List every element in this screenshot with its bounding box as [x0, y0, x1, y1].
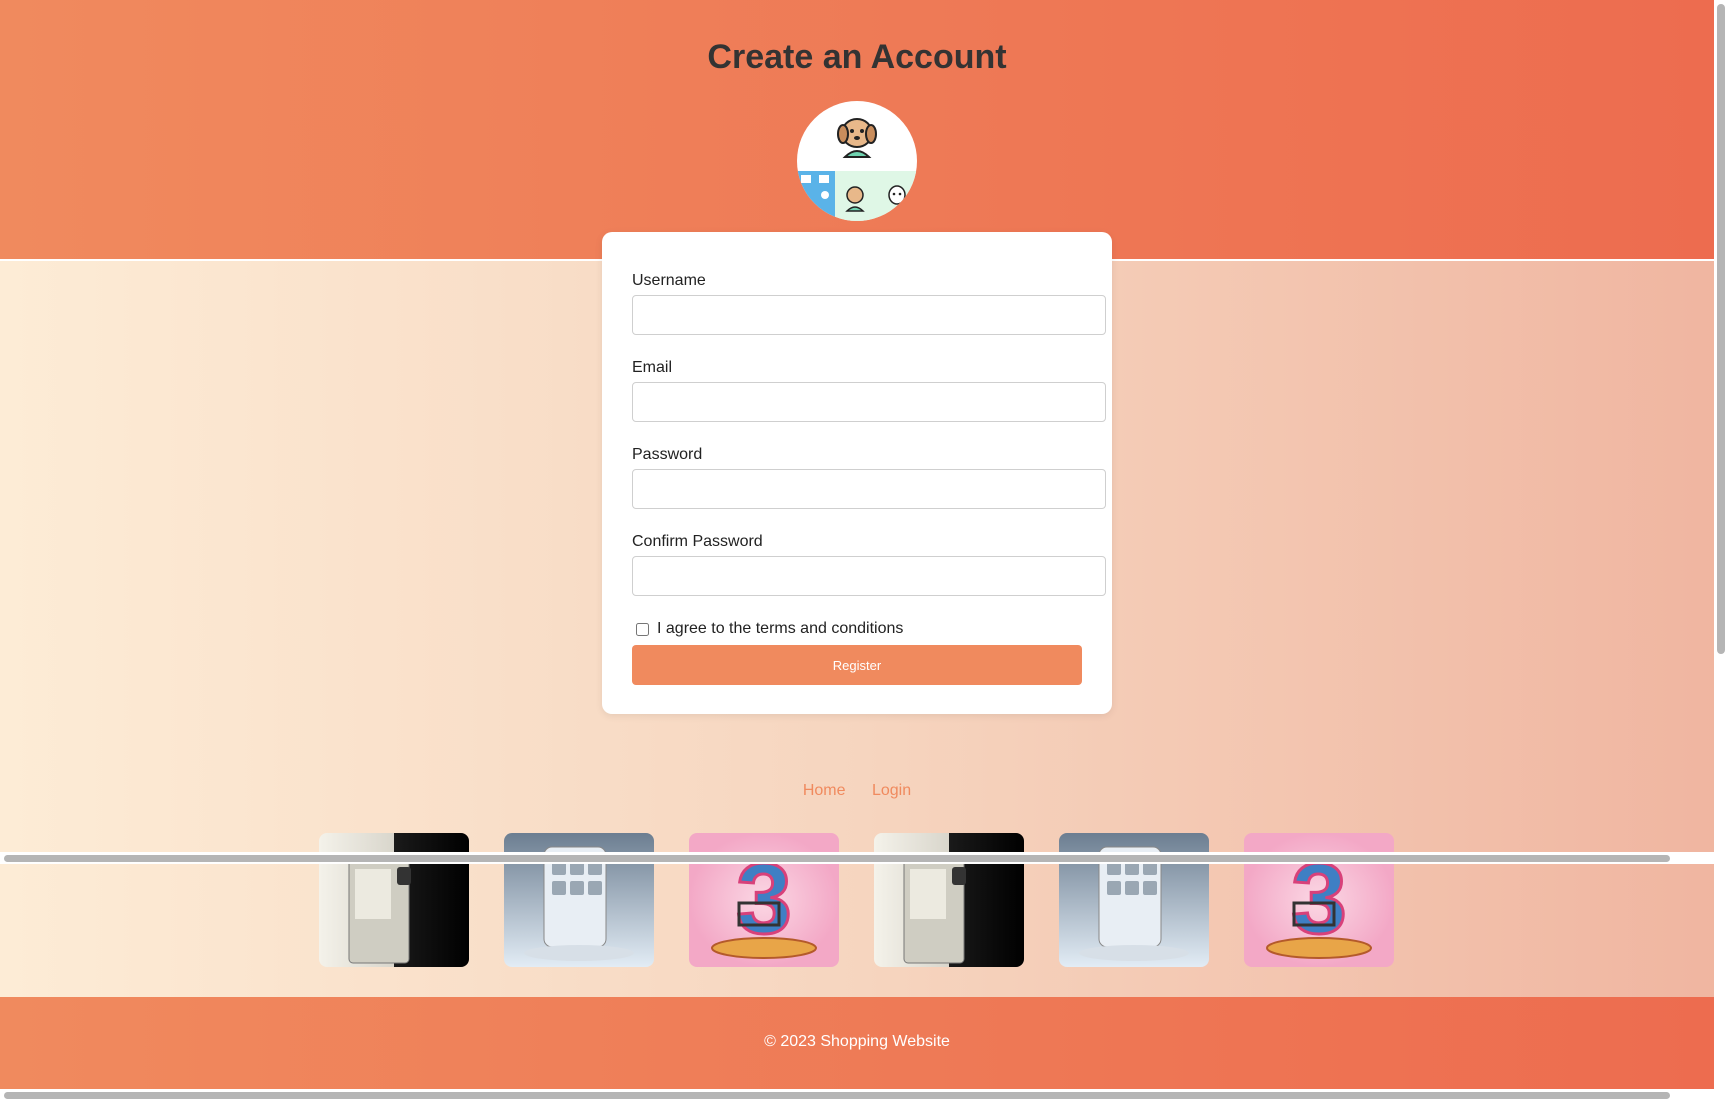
- terms-checkbox[interactable]: [636, 622, 649, 636]
- page-horizontal-scrollbar[interactable]: [0, 1089, 1714, 1103]
- page-vertical-scrollbar[interactable]: [1714, 0, 1728, 1103]
- footer-nav: Home Login: [0, 782, 1714, 800]
- terms-label: I agree to the terms and conditions: [657, 620, 904, 637]
- avatar: [797, 101, 917, 221]
- page-title: Create an Account: [707, 38, 1007, 76]
- confirm-password-field[interactable]: [632, 556, 1106, 596]
- page-footer: © 2023 Shopping Website: [0, 997, 1714, 1089]
- scrollbar-thumb[interactable]: [1717, 4, 1725, 654]
- email-label: Email: [632, 359, 673, 376]
- register-button[interactable]: Register: [632, 645, 1082, 685]
- username-field[interactable]: [632, 295, 1106, 335]
- scrollbar-thumb[interactable]: [4, 855, 1670, 862]
- email-field[interactable]: [632, 382, 1106, 422]
- password-field[interactable]: [632, 469, 1106, 509]
- terms-row: I agree to the terms and conditions: [632, 620, 903, 638]
- scrollbar-thumb[interactable]: [4, 1092, 1670, 1099]
- nav-link-home[interactable]: Home: [803, 782, 846, 799]
- nav-link-login[interactable]: Login: [872, 782, 911, 799]
- username-label: Username: [632, 272, 706, 289]
- page-header: Create an Account: [0, 0, 1714, 261]
- gallery-horizontal-scrollbar[interactable]: [0, 852, 1714, 864]
- copyright-text: © 2023 Shopping Website: [764, 1033, 950, 1050]
- password-label: Password: [632, 446, 703, 463]
- registration-form: Username Email Password Confirm Password…: [602, 232, 1112, 714]
- confirm-password-label: Confirm Password: [632, 533, 763, 550]
- puppy-mascot-icon: [797, 118, 917, 221]
